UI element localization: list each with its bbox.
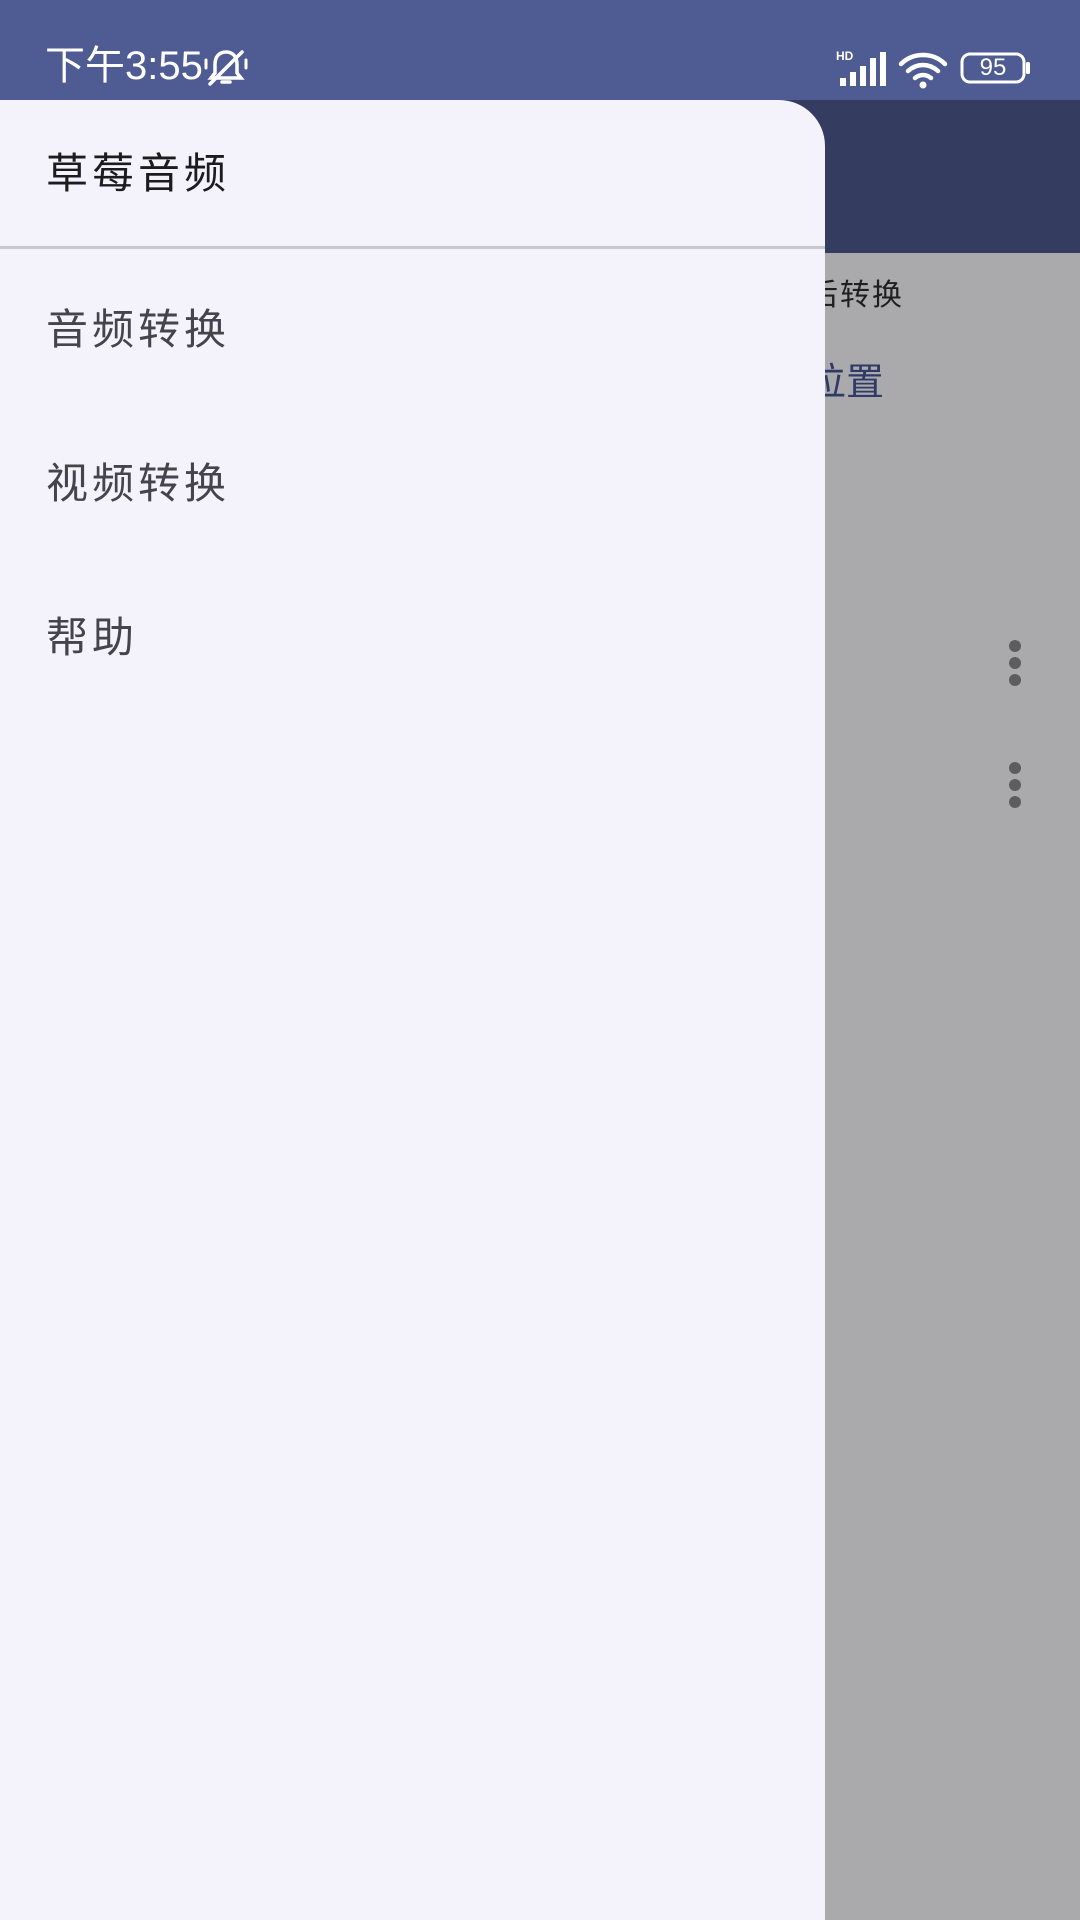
signal-icon: HD: [836, 50, 886, 86]
drawer-item-label: 帮助: [46, 613, 139, 662]
drawer-item-help[interactable]: 帮助: [0, 564, 825, 714]
drawer-item-label: 音频转换: [46, 305, 231, 354]
status-bar: 下午3:55 HD 95: [0, 0, 1080, 100]
drawer-item-audio-convert[interactable]: 音频转换: [0, 256, 825, 406]
wifi-icon: [898, 52, 948, 89]
status-time: 下午3:55: [45, 44, 203, 88]
drawer-title: 草莓音频: [46, 149, 231, 198]
more-vert-icon[interactable]: [1000, 762, 1030, 818]
more-vert-icon[interactable]: [1000, 640, 1030, 696]
mute-icon: [204, 50, 248, 86]
drawer-item-label: 视频转换: [46, 459, 231, 508]
drawer-item-video-convert[interactable]: 视频转换: [0, 410, 825, 560]
battery-level: 95: [979, 54, 1007, 81]
navigation-drawer: 草莓音频 音频转换 视频转换 帮助: [0, 100, 825, 1920]
network-badge: HD: [836, 50, 854, 63]
drawer-divider: [0, 246, 825, 249]
